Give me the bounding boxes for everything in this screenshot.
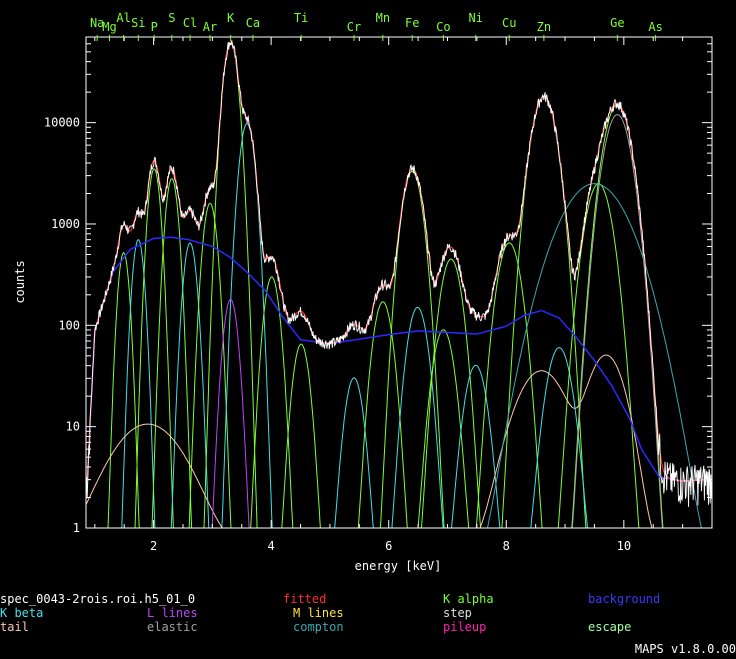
- element-label: Cu: [502, 16, 516, 30]
- axis-ticks: 2 4 6 8 10 1 10 100 1000 10000: [44, 36, 712, 553]
- measured-spectrum: [86, 40, 712, 507]
- y-tick-label: 10: [66, 420, 80, 434]
- element-label: Cr: [347, 20, 361, 34]
- plot-frame: [85, 36, 713, 529]
- tail-curve: [86, 354, 653, 528]
- peak-curve: [281, 343, 321, 528]
- legend-tail: tail: [0, 620, 29, 634]
- element-label: Ge: [610, 16, 624, 30]
- app-version: MAPS v1.8.0.00: [634, 642, 736, 656]
- y-tick-label: 100: [58, 318, 80, 332]
- y-tick-label: 1000: [51, 217, 80, 231]
- element-label: As: [648, 20, 662, 34]
- legend-elastic: elastic: [147, 620, 198, 634]
- peak-curve: [417, 329, 470, 528]
- element-label: Co: [436, 20, 450, 34]
- element-label: P: [151, 20, 158, 34]
- y-tick-label: 10000: [44, 116, 80, 130]
- element-label: Ti: [294, 11, 308, 25]
- x-tick-label: 4: [268, 539, 275, 553]
- element-label: Mn: [376, 11, 390, 25]
- peak-curve: [250, 276, 294, 528]
- legend-k-beta: K beta: [0, 606, 44, 620]
- legend-escape: escape: [588, 620, 632, 634]
- fit-curves: [86, 41, 712, 528]
- element-label: K: [227, 11, 235, 25]
- element-label: Al: [116, 11, 130, 25]
- peak-curve: [121, 239, 156, 528]
- legend-fitted: fitted: [283, 592, 327, 606]
- peak-curve: [391, 306, 444, 528]
- peak-curve: [203, 41, 258, 528]
- peak-curve: [221, 122, 273, 528]
- legend-l-lines: L lines: [147, 606, 198, 620]
- legend-background: background: [588, 592, 661, 606]
- plot-border: [85, 36, 713, 529]
- legend-step: step: [443, 606, 472, 620]
- element-label: Mg: [102, 20, 116, 34]
- element-label: Ca: [246, 16, 260, 30]
- element-label: Ar: [203, 20, 217, 34]
- x-tick-label: 6: [385, 539, 392, 553]
- spectrum-chart: 2 4 6 8 10110100100010000 NaMgAl Si PS Cl ArK Ca T…: [13, 11, 713, 573]
- legend-pileup: pileup: [443, 620, 487, 634]
- element-label: Cl: [183, 16, 197, 30]
- element-label: Ni: [468, 11, 482, 25]
- element-label: Fe: [405, 16, 419, 30]
- peak-curve: [188, 202, 232, 528]
- y-tick-label: 1: [73, 521, 80, 535]
- legend-k-alpha: K alpha: [443, 592, 494, 606]
- x-tick-label: 2: [150, 539, 157, 553]
- background-curve: [86, 236, 712, 482]
- x-tick-label: 8: [503, 539, 510, 553]
- measured-data-line: [86, 40, 712, 507]
- element-label: Zn: [537, 20, 551, 34]
- peak-curve: [450, 364, 501, 528]
- peak-curve: [530, 347, 589, 528]
- x-axis-label: energy [keV]: [355, 559, 442, 573]
- element-label: Si: [131, 16, 145, 30]
- x-tick-label: 10: [617, 539, 631, 553]
- element-label: S: [168, 11, 175, 25]
- spectrum-filename: spec_0043-2rois.roi.h5_01_0: [0, 592, 196, 606]
- y-axis-label: counts: [13, 260, 27, 303]
- legend-compton: compton: [293, 620, 344, 634]
- legend-m-lines: M lines: [293, 606, 344, 620]
